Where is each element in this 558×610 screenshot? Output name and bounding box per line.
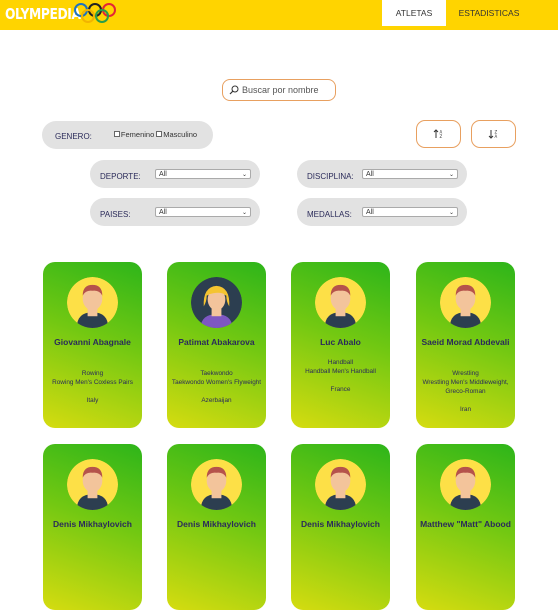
athlete-card[interactable]: Giovanni Abagnale Rowing Rowing Men's Co… <box>43 262 142 428</box>
svg-text:A: A <box>494 134 497 139</box>
chevron-down-icon: ⌄ <box>241 171 247 178</box>
athlete-event: Rowing Men's Coxless Pairs <box>52 379 133 386</box>
athlete-card[interactable]: Saeid Morad Abdevali Wrestling Wrestling… <box>416 262 515 428</box>
genero-filter: GENERO: Femenino Masculino <box>42 121 213 149</box>
sort-descending-button[interactable]: Z A <box>471 120 516 148</box>
logo-text: OLYMPEDIA <box>5 5 81 23</box>
sort-ascending-icon: A Z <box>433 129 442 139</box>
male-athlete-avatar-icon <box>315 277 366 328</box>
athlete-country: France <box>330 386 351 393</box>
athlete-name: Giovanni Abagnale <box>54 337 131 347</box>
tab-atletas[interactable]: ATLETAS <box>382 0 446 26</box>
medallas-select-value: All <box>366 208 374 216</box>
search-box[interactable] <box>222 79 336 101</box>
search-icon <box>229 85 239 95</box>
athlete-sport: Wrestling <box>452 370 479 377</box>
paises-select[interactable]: All ⌄ <box>155 207 251 217</box>
male-athlete-avatar-icon <box>440 277 491 328</box>
athlete-name: Denis Mikhaylovich <box>301 519 380 529</box>
tab-estadisticas[interactable]: ESTADISTICAS <box>454 0 524 26</box>
athlete-name: Saeid Morad Abdevali <box>421 337 510 347</box>
male-athlete-avatar-icon <box>67 277 118 328</box>
athlete-sport: Rowing <box>81 370 104 377</box>
genero-label: GENERO: <box>55 132 92 141</box>
femenino-checkbox[interactable]: Femenino <box>113 129 155 139</box>
athlete-event: Wrestling Men's Middleweight, Greco-Roma… <box>422 379 509 395</box>
medallas-select[interactable]: All ⌄ <box>362 207 458 217</box>
athlete-event: Handball Men's Handball <box>305 368 376 375</box>
disciplina-filter: DISCIPLINA: All ⌄ <box>297 160 467 188</box>
athlete-name: Denis Mikhaylovich <box>53 519 132 529</box>
athlete-card[interactable]: Denis Mikhaylovich <box>43 444 142 610</box>
top-navbar: OLYMPEDIA ATLETAS ESTADISTICAS <box>0 0 558 30</box>
male-athlete-avatar-icon <box>67 459 118 510</box>
athlete-card[interactable]: Denis Mikhaylovich <box>167 444 266 610</box>
medallas-label: MEDALLAS: <box>307 209 352 219</box>
disciplina-select-value: All <box>366 170 374 178</box>
deporte-filter: DEPORTE: All ⌄ <box>90 160 260 188</box>
athlete-sport: Taekwondo <box>200 370 233 377</box>
femenino-label: Femenino <box>120 129 155 139</box>
deporte-label: DEPORTE: <box>100 171 141 181</box>
olympedia-logo[interactable]: OLYMPEDIA <box>5 3 116 25</box>
athlete-card[interactable]: Luc Abalo Handball Handball Men's Handba… <box>291 262 390 428</box>
sort-descending-icon: Z A <box>488 130 497 139</box>
female-athlete-avatar-icon <box>191 277 242 328</box>
search-input[interactable] <box>242 85 334 95</box>
paises-label: PAISES: <box>100 209 131 219</box>
chevron-down-icon: ⌄ <box>448 171 454 178</box>
masculino-label: Masculino <box>163 129 198 139</box>
chevron-down-icon: ⌄ <box>241 209 247 216</box>
athlete-country: Iran <box>459 406 471 413</box>
athlete-name: Patimat Abakarova <box>178 337 255 347</box>
disciplina-label: DISCIPLINA: <box>307 171 354 181</box>
male-athlete-avatar-icon <box>315 459 366 510</box>
olympic-rings-icon <box>74 3 116 23</box>
deporte-select-value: All <box>159 170 167 178</box>
athlete-name: Matthew "Matt" Abood <box>420 519 511 529</box>
male-athlete-avatar-icon <box>191 459 242 510</box>
chevron-down-icon: ⌄ <box>448 209 454 216</box>
athlete-event: Taekwondo Women's Flyweight <box>171 379 262 386</box>
athlete-country: Azerbaijan <box>201 397 232 404</box>
male-athlete-avatar-icon <box>440 459 491 510</box>
sort-ascending-button[interactable]: A Z <box>416 120 461 148</box>
athlete-country: Italy <box>86 397 99 404</box>
svg-text:Z: Z <box>439 134 442 139</box>
athlete-name: Denis Mikhaylovich <box>177 519 256 529</box>
medallas-filter: MEDALLAS: All ⌄ <box>297 198 467 226</box>
athlete-card[interactable]: Patimat Abakarova Taekwondo Taekwondo Wo… <box>167 262 266 428</box>
disciplina-select[interactable]: All ⌄ <box>362 169 458 179</box>
deporte-select[interactable]: All ⌄ <box>155 169 251 179</box>
athlete-sport: Handball <box>327 359 354 366</box>
paises-filter: PAISES: All ⌄ <box>90 198 260 226</box>
athlete-card[interactable]: Denis Mikhaylovich <box>291 444 390 610</box>
athlete-card[interactable]: Matthew "Matt" Abood <box>416 444 515 610</box>
paises-select-value: All <box>159 208 167 216</box>
masculino-checkbox[interactable]: Masculino <box>156 130 197 139</box>
athlete-name: Luc Abalo <box>320 337 361 347</box>
